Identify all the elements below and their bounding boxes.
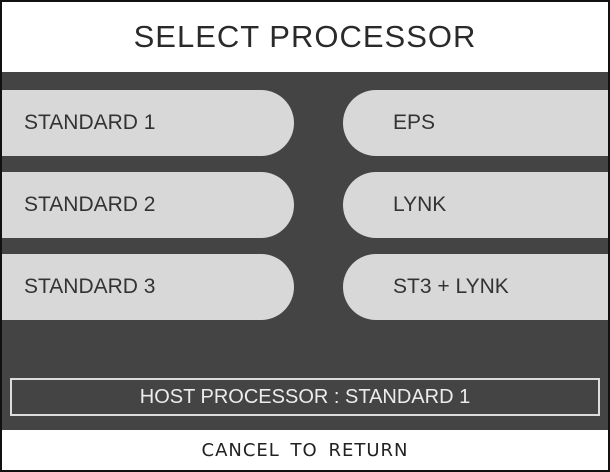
eps-button[interactable]: EPS (343, 90, 608, 156)
host-processor-status: HOST PROCESSOR : STANDARD 1 (10, 378, 600, 416)
lynk-button[interactable]: LYNK (343, 172, 608, 238)
host-processor-separator: : (328, 385, 345, 408)
st3-lynk-button[interactable]: ST3 + LYNK (343, 254, 608, 320)
standard-2-button[interactable]: STANDARD 2 (2, 172, 294, 238)
screen-frame: SELECT PROCESSOR STANDARD 1 STANDARD 2 S… (0, 0, 610, 472)
processor-panel: STANDARD 1 STANDARD 2 STANDARD 3 EPS LYN… (2, 72, 608, 430)
page-title: SELECT PROCESSOR (133, 19, 477, 54)
standard-1-button[interactable]: STANDARD 1 (2, 90, 294, 156)
host-processor-label: HOST PROCESSOR (139, 385, 329, 408)
standard-3-button[interactable]: STANDARD 3 (2, 254, 294, 320)
cancel-instruction: CANCEL TO RETURN (201, 439, 409, 461)
host-processor-value: STANDARD 1 (345, 385, 471, 408)
